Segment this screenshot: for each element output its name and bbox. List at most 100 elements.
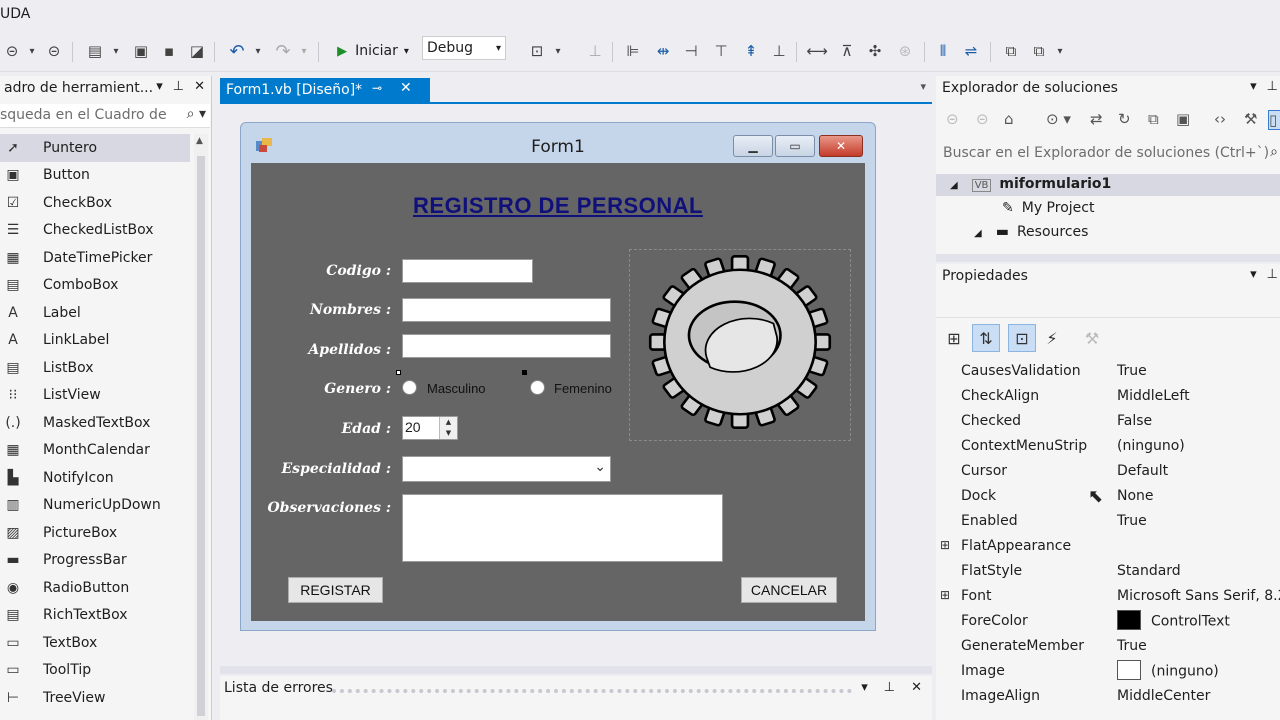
form1-titlebar[interactable]: Form1 ▁ ▭ ✕ [241, 123, 875, 163]
property-value[interactable]: Default [1117, 463, 1168, 479]
apellidos-textbox[interactable] [402, 334, 611, 358]
property-value[interactable]: (ninguno) [1117, 438, 1185, 454]
redo-dropdown-icon[interactable]: ▾ [298, 38, 310, 64]
toolbox-item[interactable]: ◉ RadioButton [0, 574, 190, 602]
property-value[interactable]: MiddleCenter [1117, 688, 1210, 704]
property-row[interactable]: ⊞ Font Microsoft Sans Serif, 8.2 [936, 585, 1280, 610]
toolbox-scrollbar[interactable]: ▲ [194, 134, 208, 720]
align-top-icon[interactable]: ⊤ [710, 38, 732, 64]
forward-icon[interactable]: ⊝ [976, 110, 989, 128]
property-row[interactable]: ForeColor ControlText [936, 610, 1280, 635]
same-size-icon[interactable]: ✣ [864, 38, 886, 64]
preview-icon[interactable]: ▯ [1268, 110, 1280, 130]
h-spacing-icon[interactable]: ⫴ [932, 38, 954, 64]
panel-menu-icon[interactable]: ▾ [1250, 267, 1257, 282]
masculino-radio[interactable] [402, 380, 417, 395]
property-value[interactable]: True [1117, 513, 1147, 529]
toolbox-item[interactable]: ⁝⁝ ListView [0, 382, 190, 410]
search-icon[interactable]: ⌕ [1270, 144, 1278, 160]
property-value[interactable]: Standard [1117, 563, 1181, 579]
property-row[interactable]: Enabled True [936, 510, 1280, 535]
pane-splitter[interactable] [220, 666, 932, 674]
expand-plus-icon[interactable]: ⊞ [940, 588, 950, 602]
solution-config-select[interactable]: Debug ▾ [422, 36, 506, 60]
tree-item-resources[interactable]: ◢ ▬ Resources [974, 224, 1088, 240]
masculino-label[interactable]: Masculino [427, 381, 486, 396]
property-value[interactable]: ControlText [1117, 610, 1230, 630]
pane-splitter[interactable] [936, 254, 1280, 262]
updown-spinner[interactable]: ▲ ▼ [439, 417, 457, 439]
forward-icon[interactable]: ⊝ [44, 38, 64, 64]
close-icon[interactable]: ✕ [194, 79, 205, 94]
property-row[interactable]: ⊞ FlatAppearance [936, 535, 1280, 560]
properties-icon[interactable]: ⚒ [1244, 110, 1257, 128]
maximize-button[interactable]: ▭ [775, 135, 815, 157]
toolbox-item[interactable]: ▤ ComboBox [0, 272, 190, 300]
toolbar-overflow-icon[interactable]: ▾ [1054, 38, 1066, 64]
gear-picturebox[interactable] [629, 249, 851, 441]
codigo-textbox[interactable] [402, 259, 533, 283]
home-icon[interactable]: ⌂ [1004, 110, 1014, 128]
view-code-icon[interactable]: ‹› [1214, 110, 1226, 128]
toolbox-item[interactable]: ▙ NotifyIcon [0, 464, 190, 492]
attach-dropdown-icon[interactable]: ▾ [552, 38, 564, 64]
close-icon[interactable]: ✕ [911, 680, 922, 695]
expand-plus-icon[interactable]: ⊞ [940, 538, 950, 552]
new-dropdown-icon[interactable]: ▾ [110, 38, 122, 64]
spin-up-icon[interactable]: ▲ [440, 417, 457, 428]
events-icon[interactable]: ⚡ [1038, 324, 1066, 352]
property-row[interactable]: ContextMenuStrip (ninguno) [936, 435, 1280, 460]
back-dropdown-icon[interactable]: ▾ [26, 38, 38, 64]
femenino-label[interactable]: Femenino [554, 381, 612, 396]
toolbox-item[interactable]: (.) MaskedTextBox [0, 409, 190, 437]
toolbox-item[interactable]: ▤ RichTextBox [0, 602, 190, 630]
size-to-grid-icon[interactable]: ⊛ [894, 38, 916, 64]
expand-arrow-icon[interactable]: ◢ [950, 180, 958, 191]
back-icon[interactable]: ⊝ [2, 38, 22, 64]
v-spacing-icon[interactable]: ⇌ [960, 38, 982, 64]
property-row[interactable]: GenerateMember True [936, 635, 1280, 660]
property-value[interactable]: True [1117, 638, 1147, 654]
send-back-icon[interactable]: ⧉ [1028, 38, 1050, 64]
scroll-up-icon[interactable]: ▲ [196, 136, 203, 146]
toolbox-item[interactable]: ▬ ProgressBar [0, 547, 190, 575]
panel-menu-icon[interactable]: ▾ [861, 680, 868, 695]
save-all-icon[interactable]: ◪ [186, 38, 208, 64]
property-value[interactable]: (ninguno) [1117, 660, 1219, 680]
menu-item-ayuda[interactable]: UDA [0, 6, 30, 22]
property-value[interactable]: None [1117, 488, 1154, 504]
open-file-icon[interactable]: ▣ [130, 38, 152, 64]
collapse-all-icon[interactable]: ⧉ [1148, 110, 1159, 128]
align-bottom-icon[interactable]: ⊥ [768, 38, 790, 64]
pin-icon[interactable]: ⊥ [884, 680, 895, 695]
new-project-icon[interactable]: ▤ [84, 38, 106, 64]
property-row[interactable]: CheckAlign MiddleLeft [936, 385, 1280, 410]
toolbox-search-input[interactable]: squeda en el Cuadro de ⌕ ▾ [0, 104, 210, 128]
solution-search-input[interactable]: Buscar en el Explorador de soluciones (C… [936, 142, 1280, 166]
back-icon[interactable]: ⊝ [946, 110, 959, 128]
sync-icon[interactable]: ⇄ [1090, 110, 1103, 128]
property-value[interactable]: MiddleLeft [1117, 388, 1190, 404]
tab-pin-icon[interactable]: ⊸ [372, 81, 382, 95]
property-row[interactable]: Cursor Default [936, 460, 1280, 485]
registrar-button[interactable]: REGISTAR [288, 577, 383, 603]
pin-icon[interactable]: ⊥ [1267, 267, 1278, 282]
tree-item-project[interactable]: ◢ VB miformulario1 [950, 176, 1111, 192]
selection-handle[interactable] [396, 370, 401, 375]
alphabetical-icon[interactable]: ⇅ [972, 324, 1000, 352]
property-row[interactable]: ImageAlign MiddleCenter [936, 685, 1280, 710]
toolbox-item[interactable]: ▦ MonthCalendar [0, 437, 190, 465]
cancelar-button[interactable]: CANCELAR [741, 577, 837, 603]
properties-view-icon[interactable]: ⊡ [1008, 324, 1036, 352]
attach-icon[interactable]: ⊡ [526, 38, 548, 64]
search-icon[interactable]: ⌕ ▾ [187, 106, 206, 122]
show-all-files-icon[interactable]: ▣ [1176, 110, 1190, 128]
tab-form1-design[interactable]: Form1.vb [Diseño]* ⊸ ✕ [220, 78, 430, 102]
categorized-icon[interactable]: ⊞ [940, 324, 968, 352]
bring-front-icon[interactable]: ⧉ [1000, 38, 1022, 64]
toolbox-item[interactable]: ➚ Puntero [0, 134, 190, 162]
toolbox-item[interactable]: ☰ CheckedListBox [0, 217, 190, 245]
property-pages-icon[interactable]: ⚒ [1078, 324, 1106, 352]
selection-handle[interactable] [522, 370, 527, 375]
toolbox-item[interactable]: ▭ ToolTip [0, 657, 190, 685]
